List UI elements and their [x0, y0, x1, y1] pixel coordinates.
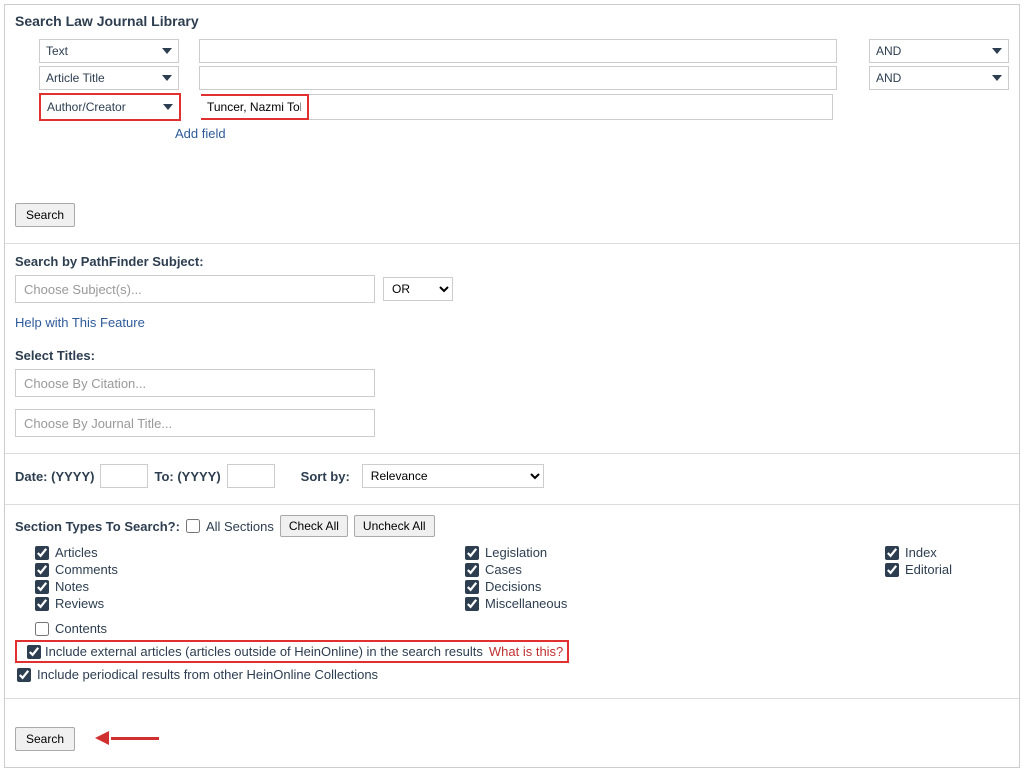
- pathfinder-label: Search by PathFinder Subject:: [15, 254, 1009, 269]
- chk-comments[interactable]: [35, 563, 49, 577]
- arrow-icon: [95, 732, 159, 746]
- date-to-label: To: (YYYY): [154, 469, 220, 484]
- periodical-text: Include periodical results from other He…: [37, 667, 378, 682]
- chk-external[interactable]: [27, 645, 41, 659]
- sort-by-label: Sort by:: [301, 469, 350, 484]
- page-title: Search Law Journal Library: [5, 5, 1019, 35]
- chk-contents[interactable]: [35, 622, 49, 636]
- chk-decisions[interactable]: [465, 580, 479, 594]
- chk-miscellaneous[interactable]: [465, 597, 479, 611]
- chk-articles[interactable]: [35, 546, 49, 560]
- field-select-1[interactable]: Article Title: [39, 66, 179, 90]
- field-select-2[interactable]: Author/Creator: [41, 95, 179, 119]
- boolean-select-0[interactable]: AND: [869, 39, 1009, 63]
- chk-reviews[interactable]: [35, 597, 49, 611]
- search-input-0[interactable]: [199, 39, 837, 63]
- sort-by-select[interactable]: Relevance: [362, 464, 544, 488]
- all-sections-text: All Sections: [206, 519, 274, 534]
- add-field-link[interactable]: Add field: [175, 126, 226, 141]
- chk-notes[interactable]: [35, 580, 49, 594]
- search-input-2-ext[interactable]: [309, 94, 833, 120]
- journal-title-input[interactable]: [15, 409, 375, 437]
- chk-cases[interactable]: [465, 563, 479, 577]
- what-is-this-link[interactable]: What is this?: [489, 644, 563, 659]
- section-types-label: Section Types To Search?:: [15, 519, 180, 534]
- chk-editorial[interactable]: [885, 563, 899, 577]
- field-select-0[interactable]: Text: [39, 39, 179, 63]
- search-button-bottom[interactable]: Search: [15, 727, 75, 751]
- check-all-button[interactable]: Check All: [280, 515, 348, 537]
- chk-legislation[interactable]: [465, 546, 479, 560]
- all-sections-checkbox[interactable]: [186, 519, 200, 533]
- date-from-label: Date: (YYYY): [15, 469, 94, 484]
- search-input-2[interactable]: [201, 96, 307, 118]
- pathfinder-boolean[interactable]: OR: [383, 277, 453, 301]
- chk-periodical[interactable]: [17, 668, 31, 682]
- search-button-top[interactable]: Search: [15, 203, 75, 227]
- help-link[interactable]: Help with This Feature: [15, 315, 145, 330]
- date-to-input[interactable]: [227, 464, 275, 488]
- date-from-input[interactable]: [100, 464, 148, 488]
- select-titles-label: Select Titles:: [15, 348, 1009, 363]
- chk-index[interactable]: [885, 546, 899, 560]
- search-input-1[interactable]: [199, 66, 837, 90]
- citation-input[interactable]: [15, 369, 375, 397]
- uncheck-all-button[interactable]: Uncheck All: [354, 515, 435, 537]
- external-text: Include external articles (articles outs…: [45, 644, 483, 659]
- pathfinder-subject-input[interactable]: [15, 275, 375, 303]
- boolean-select-1[interactable]: AND: [869, 66, 1009, 90]
